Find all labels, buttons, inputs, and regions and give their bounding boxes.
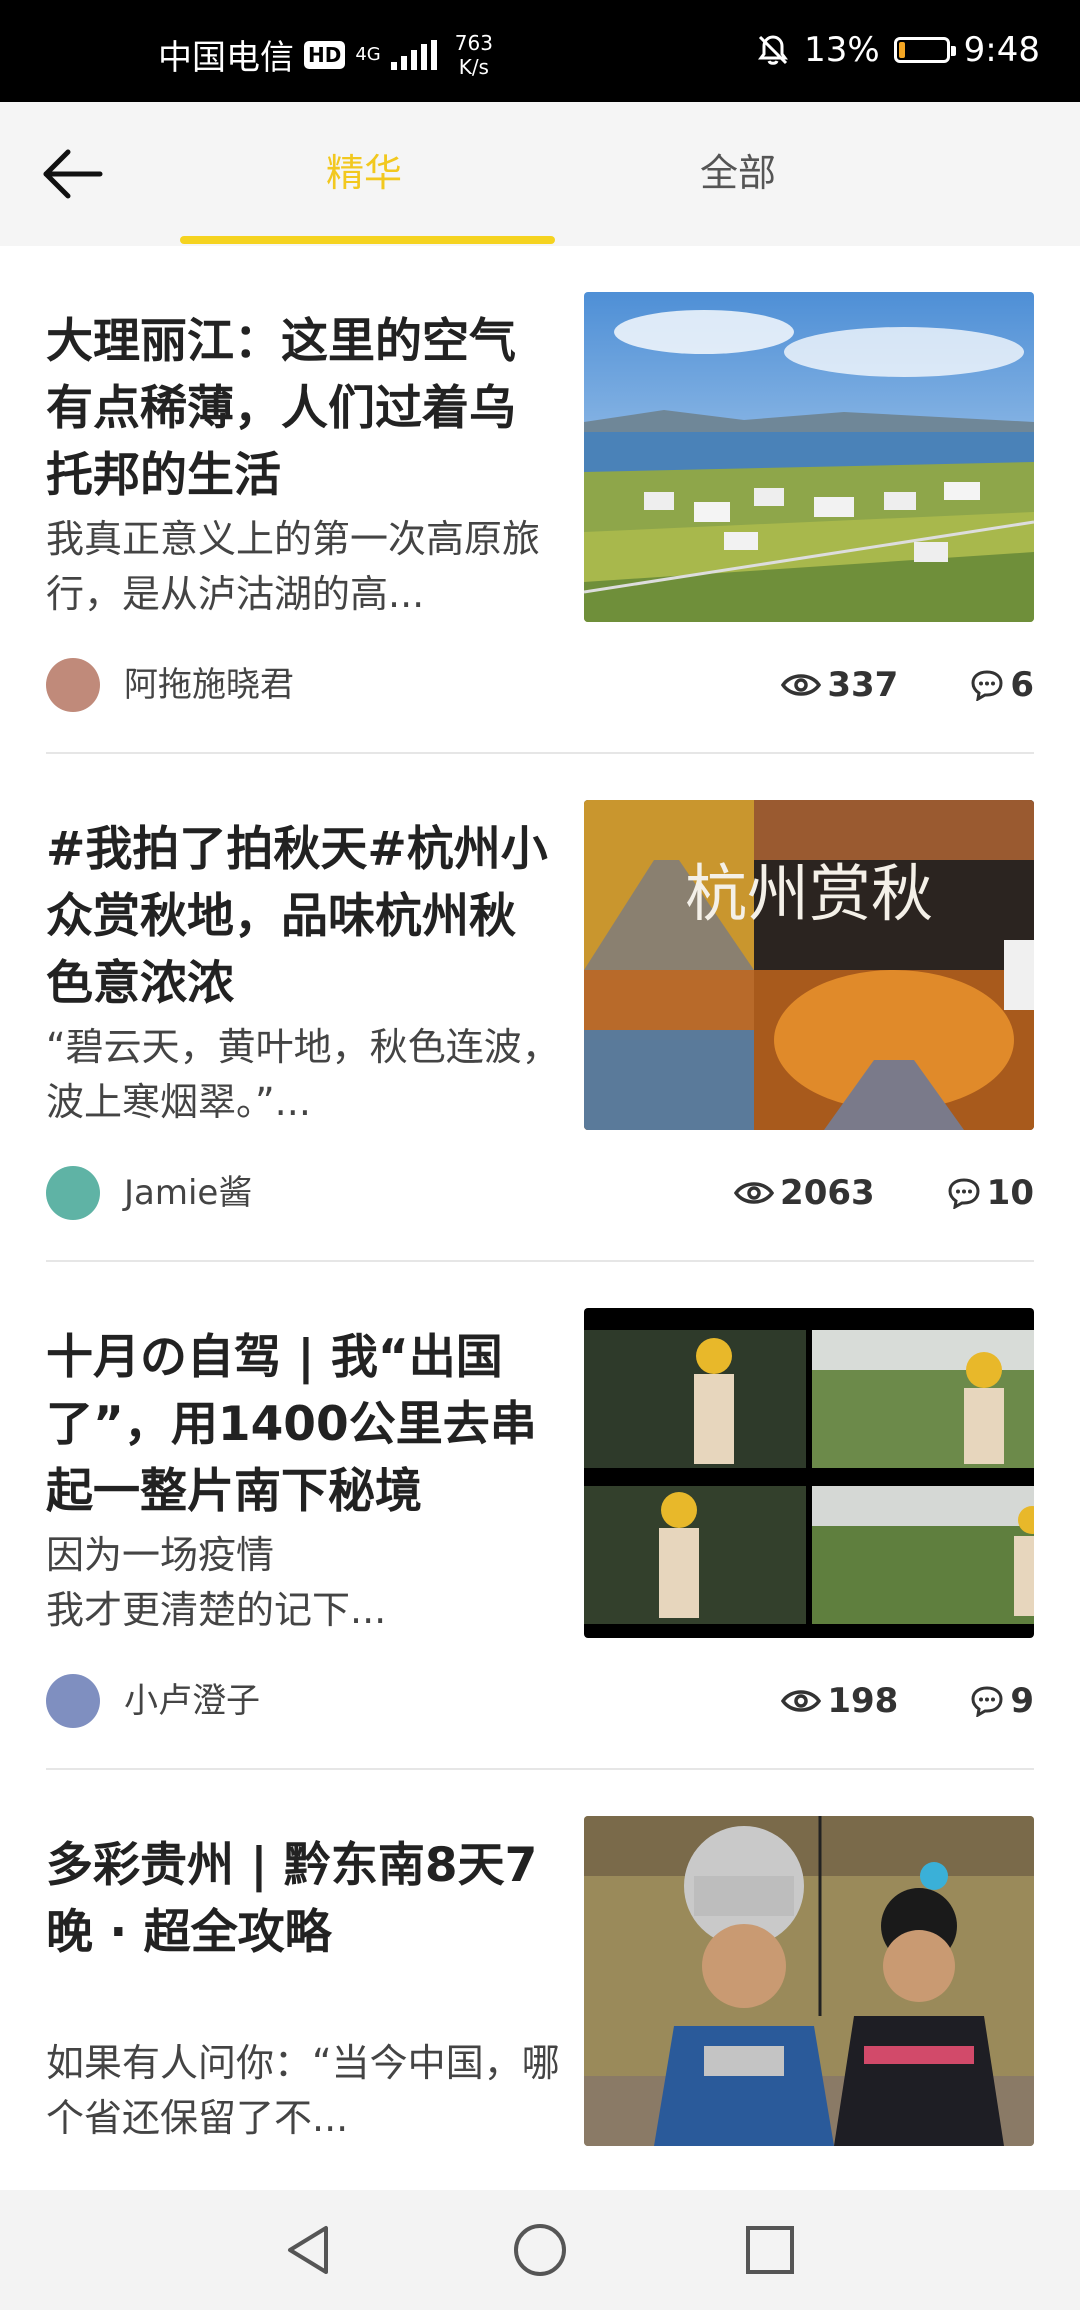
network-speed: 763 K/s xyxy=(455,31,493,79)
signal-icon xyxy=(390,39,437,70)
battery-percent: 13% xyxy=(804,30,880,70)
view-count: 198 xyxy=(827,1681,899,1721)
comment-icon xyxy=(948,1178,980,1209)
article-desc: 我真正意义上的第一次高原旅行，是从泸沽湖的高... xyxy=(46,517,541,616)
article-card[interactable]: 大理丽江：这里的空气有点稀薄，人们过着乌托邦的生活 我真正意义上的第一次高原旅行… xyxy=(46,246,1034,754)
bell-muted-icon xyxy=(758,35,789,65)
tab-featured[interactable]: 精华 xyxy=(326,148,402,198)
article-thumbnail[interactable] xyxy=(584,292,1034,622)
tab-all[interactable]: 全部 xyxy=(700,148,776,198)
article-title[interactable]: 多彩贵州 | 黔东南8天7晚 · 超全攻略 xyxy=(46,1832,556,1966)
active-tab-indicator xyxy=(180,236,555,244)
top-header: 精华 全部 xyxy=(0,102,1080,246)
article-meta: 阿拖施晓君 337 6 xyxy=(46,656,1034,716)
speed-value: 763 xyxy=(454,30,493,55)
author-name[interactable]: 小卢澄子 xyxy=(124,1680,260,1722)
article-thumbnail[interactable] xyxy=(584,1816,1034,2146)
article-title[interactable]: 十月の自驾 | 我“出国了”，用1400公里去串起一整片南下秘境 xyxy=(46,1324,556,1525)
eye-icon xyxy=(781,1690,822,1712)
avatar[interactable] xyxy=(46,1674,100,1728)
comment-count: 9 xyxy=(1010,1681,1034,1721)
article-meta: Jamie酱 2063 10 xyxy=(46,1164,1034,1224)
nav-recents-icon[interactable] xyxy=(742,2222,798,2278)
clock: 9:48 xyxy=(963,30,1040,70)
status-left: 中国电信 HD 4G 763 K/s xyxy=(158,30,493,79)
article-desc: “碧云天，黄叶地，秋色连波，波上寒烟翠。”... xyxy=(46,1025,560,1124)
battery-icon xyxy=(893,37,956,63)
nav-back-icon[interactable] xyxy=(282,2222,338,2278)
eye-icon xyxy=(734,1182,775,1204)
system-nav-bar xyxy=(0,2190,1080,2310)
article-thumbnail[interactable] xyxy=(584,1308,1034,1638)
article-desc: 因为一场疫情 我才更清楚的记下... xyxy=(46,1533,387,1632)
author-name[interactable]: Jamie酱 xyxy=(124,1172,252,1214)
article-card[interactable]: #我拍了拍秋天#杭州小众赏秋地，品味杭州秋色意浓浓 “碧云天，黄叶地，秋色连波，… xyxy=(46,754,1034,1262)
comment-count: 10 xyxy=(986,1173,1034,1213)
nav-home-icon[interactable] xyxy=(512,2222,568,2278)
avatar[interactable] xyxy=(46,658,100,712)
status-right: 13% 9:48 xyxy=(756,30,1040,70)
article-card[interactable]: 十月の自驾 | 我“出国了”，用1400公里去串起一整片南下秘境 因为一场疫情 … xyxy=(46,1262,1034,1770)
image-caption: 杭州赏秋 xyxy=(685,857,933,930)
author-name[interactable]: 阿拖施晓君 xyxy=(124,664,294,706)
comment-icon xyxy=(971,670,1003,701)
article-stats: 198 9 xyxy=(781,1680,1034,1722)
back-arrow-icon[interactable] xyxy=(40,144,106,204)
article-title[interactable]: 大理丽江：这里的空气有点稀薄，人们过着乌托邦的生活 xyxy=(46,308,556,509)
eye-icon xyxy=(781,674,822,696)
status-bar: 中国电信 HD 4G 763 K/s 13% 9:48 xyxy=(0,0,1080,102)
view-count: 2063 xyxy=(780,1173,875,1213)
article-thumbnail[interactable]: 杭州赏秋 xyxy=(584,800,1034,1130)
network-type: 4G xyxy=(355,43,381,65)
comment-count: 6 xyxy=(1010,665,1034,705)
article-stats: 337 6 xyxy=(781,664,1034,706)
avatar[interactable] xyxy=(46,1166,100,1220)
view-count: 337 xyxy=(827,665,899,705)
comment-icon xyxy=(971,1686,1003,1717)
article-stats: 2063 10 xyxy=(734,1172,1034,1214)
article-meta: 小卢澄子 198 9 xyxy=(46,1672,1034,1732)
speed-unit: K/s xyxy=(458,54,489,79)
hd-badge: HD xyxy=(304,40,346,69)
article-title[interactable]: #我拍了拍秋天#杭州小众赏秋地，品味杭州秋色意浓浓 xyxy=(46,816,556,1017)
article-desc: 如果有人问你：“当今中国，哪个省还保留了不... xyxy=(46,2041,560,2140)
carrier-name: 中国电信 xyxy=(158,38,294,78)
